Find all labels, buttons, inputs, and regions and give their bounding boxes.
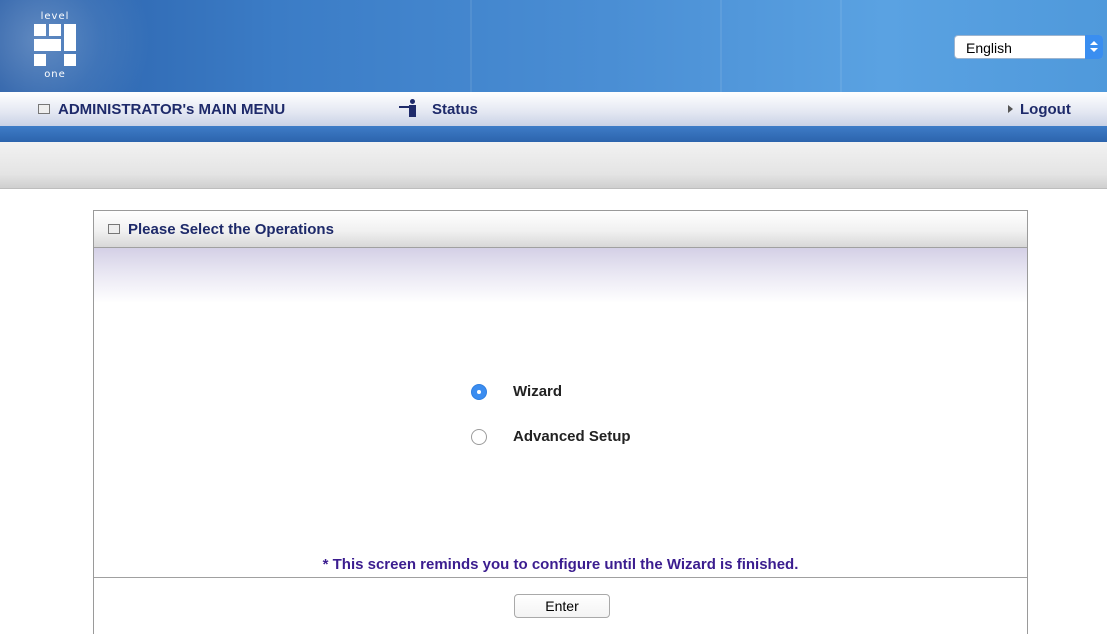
main-menu-link[interactable]: ADMINISTRATOR's MAIN MENU: [38, 101, 285, 118]
banner-glow: [0, 0, 160, 92]
wizard-reminder-note: * This screen reminds you to configure u…: [322, 556, 799, 573]
logout-link[interactable]: Logout: [1008, 101, 1071, 118]
advanced-setup-label: Advanced Setup: [513, 428, 631, 445]
triangle-right-icon: [1008, 105, 1013, 114]
banner-streak: [840, 0, 842, 92]
enter-button[interactable]: Enter: [514, 594, 610, 618]
wizard-radio[interactable]: [471, 384, 487, 400]
panel-footer: Enter: [94, 577, 1027, 634]
header-banner: level one English: [0, 0, 1107, 92]
logo-grid-icon: [34, 24, 76, 66]
operations-panel: Please Select the Operations Wizard Adva…: [93, 210, 1028, 634]
main-menu-label: ADMINISTRATOR's MAIN MENU: [58, 101, 286, 118]
logout-label: Logout: [1020, 101, 1071, 118]
status-person-icon: [397, 99, 421, 117]
status-link[interactable]: Status: [432, 101, 478, 118]
advanced-setup-radio[interactable]: [471, 429, 487, 445]
panel-title-text: Please Select the Operations: [128, 221, 334, 238]
banner-streak: [720, 0, 722, 92]
square-bullet-icon: [38, 104, 50, 115]
submenu-strip: [0, 142, 1107, 189]
logo-bottom-text: one: [44, 69, 66, 80]
language-select[interactable]: English: [954, 35, 1103, 59]
wizard-label: Wizard: [513, 383, 563, 400]
panel-title: Please Select the Operations: [108, 221, 334, 238]
square-bullet-icon: [108, 224, 120, 235]
panel-header: Please Select the Operations: [94, 211, 1027, 248]
menu-underband: [0, 126, 1107, 142]
panel-gradient-band: [94, 248, 1027, 303]
logo-top-text: level: [40, 11, 70, 22]
main-menu-bar: ADMINISTRATOR's MAIN MENU Status Logout: [0, 92, 1107, 142]
levelone-logo: level one: [30, 10, 80, 80]
banner-streak: [470, 0, 472, 92]
select-arrows-icon: [1085, 35, 1103, 59]
language-select-value: English: [966, 40, 1012, 56]
